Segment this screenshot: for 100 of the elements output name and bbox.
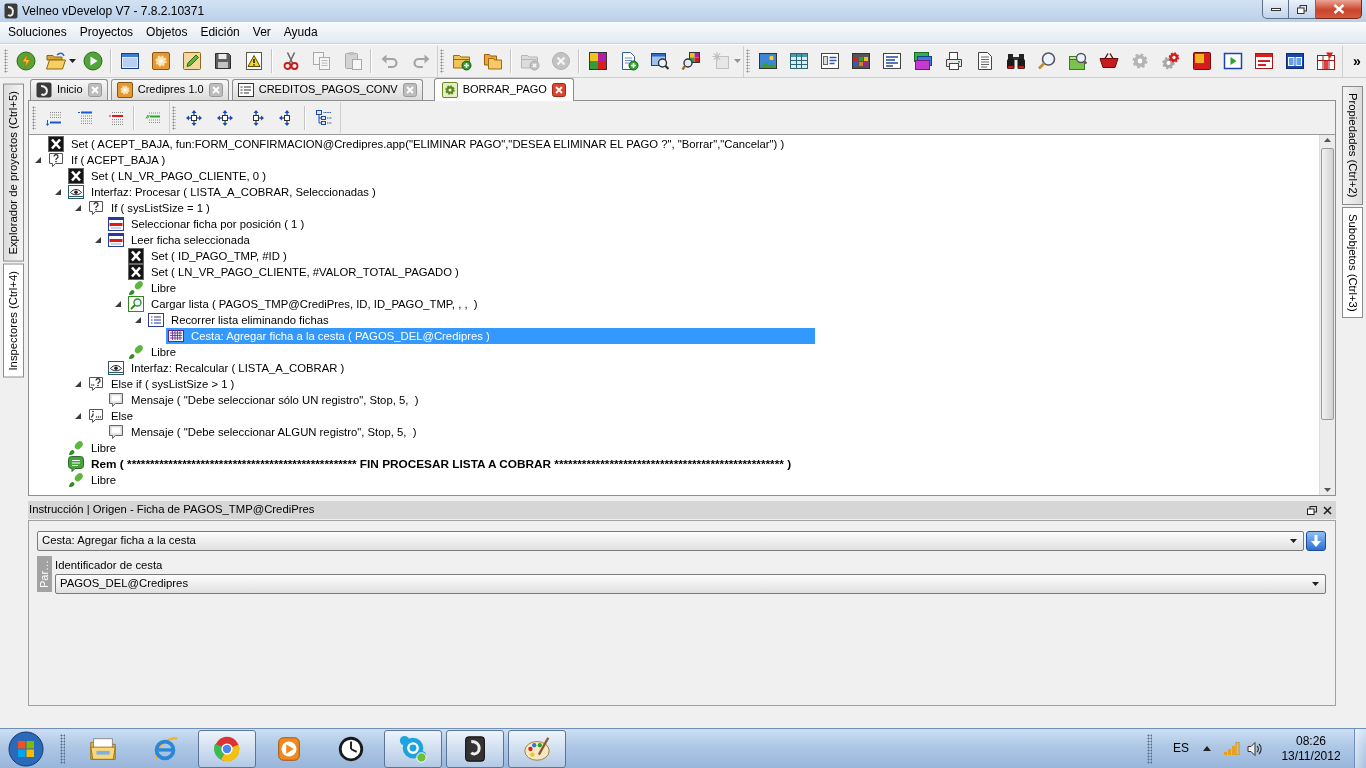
- clock-time[interactable]: 08:26: [1279, 733, 1343, 749]
- tree-item[interactable]: If ( sysListSize = 1 ): [86, 200, 212, 216]
- color-grid-icon: [850, 51, 871, 71]
- menu-item[interactable]: Objetos: [140, 24, 194, 41]
- speech-bubble-icon: [108, 424, 124, 440]
- folders-icon: [482, 51, 503, 71]
- tree-item[interactable]: Libre: [66, 472, 119, 488]
- gear-tile-icon: [116, 82, 133, 98]
- document-tab[interactable]: CREDITOS_PAGOS_CONV: [231, 79, 423, 100]
- close-icon[interactable]: [551, 83, 566, 97]
- toolbar-handle[interactable]: [32, 105, 36, 130]
- tree-item[interactable]: Libre: [126, 280, 179, 296]
- table-arrow-icon: [1315, 51, 1336, 71]
- arrow-button[interactable]: [1306, 531, 1326, 551]
- menu-item[interactable]: Soluciones: [2, 24, 73, 41]
- gears-icon: [1160, 51, 1181, 71]
- tree-item[interactable]: Interfaz: Recalcular ( LISTA_A_COBRAR ): [106, 360, 347, 376]
- restore-icon[interactable]: [1307, 505, 1317, 515]
- caret-icon[interactable]: [55, 189, 61, 195]
- app-logo-icon: [4, 3, 18, 19]
- document-tab[interactable]: Inicio: [30, 79, 108, 100]
- caret-icon[interactable]: [35, 157, 41, 163]
- clock-date[interactable]: 13/11/2012: [1279, 748, 1343, 764]
- caret-icon[interactable]: [75, 413, 81, 419]
- tree-item[interactable]: Mensaje ( "Debe seleccionar sólo UN registro", Stop, 5, ): [106, 392, 421, 408]
- tree-item[interactable]: Else if ( sysListSize > 1 ): [86, 376, 237, 392]
- caret-icon: [1312, 582, 1319, 586]
- speaker-icon[interactable]: [1247, 741, 1263, 756]
- lightning-icon: [15, 51, 36, 71]
- caret-icon[interactable]: [135, 317, 141, 323]
- caret-icon[interactable]: [75, 205, 81, 211]
- app-logo-icon: [36, 82, 52, 98]
- stacked-windows-icon: [912, 51, 933, 71]
- tree-item[interactable]: Seleccionar ficha por posición ( 1 ): [106, 216, 307, 232]
- tree-item[interactable]: Set ( ID_PAGO_TMP, #ID ): [126, 248, 289, 264]
- warning-icon: [243, 51, 264, 71]
- taskbar-handle[interactable]: [60, 733, 65, 764]
- question-bubble-icon: [48, 152, 64, 168]
- split-window-icon: [1284, 51, 1305, 71]
- restore-button[interactable]: [1289, 0, 1316, 19]
- tree-item[interactable]: Set ( ACEPT_BAJA, fun:FORM_CONFIRMACION@Credipres.app("ELIMINAR PAGO","DESEA ELIMINAR EL PAGO ?", "Borrar","Cancelar") ): [46, 136, 787, 152]
- tree-item[interactable]: Set ( LN_VR_PAGO_CLIENTE, #VALOR_TOTAL_PAGADO ): [126, 264, 461, 280]
- tree-item[interactable]: Interfaz: Procesar ( LISTA_A_COBRAR, Seleccionadas ): [66, 184, 378, 200]
- caret-icon[interactable]: [115, 301, 121, 307]
- tree-item[interactable]: If ( ACEPT_BAJA ): [46, 152, 168, 168]
- overflow-button[interactable]: »: [1350, 46, 1364, 76]
- toolbar-handle[interactable]: [4, 49, 8, 73]
- tree-item[interactable]: Cargar lista ( PAGOS_TMP@CrediPres, ID, ID_PAGO_TMP, , , ): [126, 296, 480, 312]
- close-icon[interactable]: [1323, 505, 1332, 515]
- tree-item[interactable]: Else: [86, 408, 135, 424]
- taskbar-handle[interactable]: [1147, 733, 1152, 764]
- tree-item[interactable]: Leer ficha seleccionada: [106, 232, 252, 248]
- down-arrow-icon[interactable]: [1324, 488, 1331, 492]
- close-icon: [1332, 4, 1345, 14]
- menu-item[interactable]: Edición: [194, 24, 246, 41]
- document-tab[interactable]: Credipres 1.0: [110, 79, 229, 100]
- question-bubble-icon: [88, 376, 104, 392]
- up-arrow-icon[interactable]: [1324, 138, 1331, 142]
- insert-above-icon: [76, 109, 93, 126]
- side-tab[interactable]: Propiedades (Ctrl+2): [1342, 86, 1363, 205]
- language-indicator[interactable]: ES: [1169, 741, 1193, 756]
- minimize-button[interactable]: [1262, 0, 1289, 19]
- tree-item[interactable]: Set ( LN_VR_PAGO_CLIENTE, 0 ): [66, 168, 268, 184]
- side-tab[interactable]: Explorador de proyectos (Ctrl+5): [3, 84, 24, 262]
- side-tab[interactable]: Subobjetos (Ctrl+3): [1342, 206, 1363, 319]
- menu-item[interactable]: Ver: [246, 24, 277, 41]
- instruction-dropdown[interactable]: Cesta: Agregar ficha a la cesta: [37, 531, 1304, 551]
- comment-line-icon: [144, 109, 161, 126]
- side-tab[interactable]: Inspectores (Ctrl+4): [3, 263, 24, 378]
- scrollbar[interactable]: [1319, 135, 1335, 495]
- menu-item[interactable]: Ayuda: [277, 24, 324, 41]
- play-icon: [82, 51, 103, 71]
- record-icon: [108, 232, 124, 248]
- eye-icon: [68, 184, 84, 200]
- speech-bubble-icon: [108, 392, 124, 408]
- menu-item[interactable]: Proyectos: [73, 24, 140, 41]
- tree-item[interactable]: Mensaje ( "Debe seleccionar ALGUN registro", Stop, 5, ): [106, 424, 419, 440]
- caret-icon[interactable]: [75, 381, 81, 387]
- printer-icon: [943, 51, 964, 71]
- brush-icon: [68, 440, 84, 456]
- show-desktop-button[interactable]: [1354, 728, 1366, 768]
- tree-item[interactable]: Libre: [66, 440, 119, 456]
- document-tab[interactable]: BORRAR_PAGO: [433, 78, 574, 101]
- tree-item[interactable]: Rem ( ************************************************** FIN PROCESAR LISTA A COBRAR ************************************************** ): [66, 456, 794, 472]
- taskbar-button[interactable]: [446, 729, 504, 768]
- x-tile-icon: [68, 168, 84, 184]
- toolbar-handle[interactable]: [746, 49, 750, 73]
- parameter-dropdown[interactable]: PAGOS_DEL@Credipres: [55, 574, 1326, 594]
- caret-icon[interactable]: [95, 237, 101, 243]
- close-button[interactable]: [1316, 0, 1362, 19]
- start-button[interactable]: [6, 729, 46, 768]
- form-icon: [819, 51, 840, 71]
- comment-icon: [68, 456, 84, 472]
- tree-item[interactable]: Libre: [126, 344, 179, 360]
- binoculars-icon: [1005, 51, 1026, 71]
- toolbar-handle[interactable]: [440, 49, 444, 73]
- up-arrow-icon[interactable]: [1203, 746, 1211, 751]
- toolbar-handle[interactable]: [172, 105, 176, 130]
- scrollbar-thumb[interactable]: [1321, 148, 1334, 420]
- tree-item[interactable]: Recorrer lista eliminando fichas: [146, 312, 331, 328]
